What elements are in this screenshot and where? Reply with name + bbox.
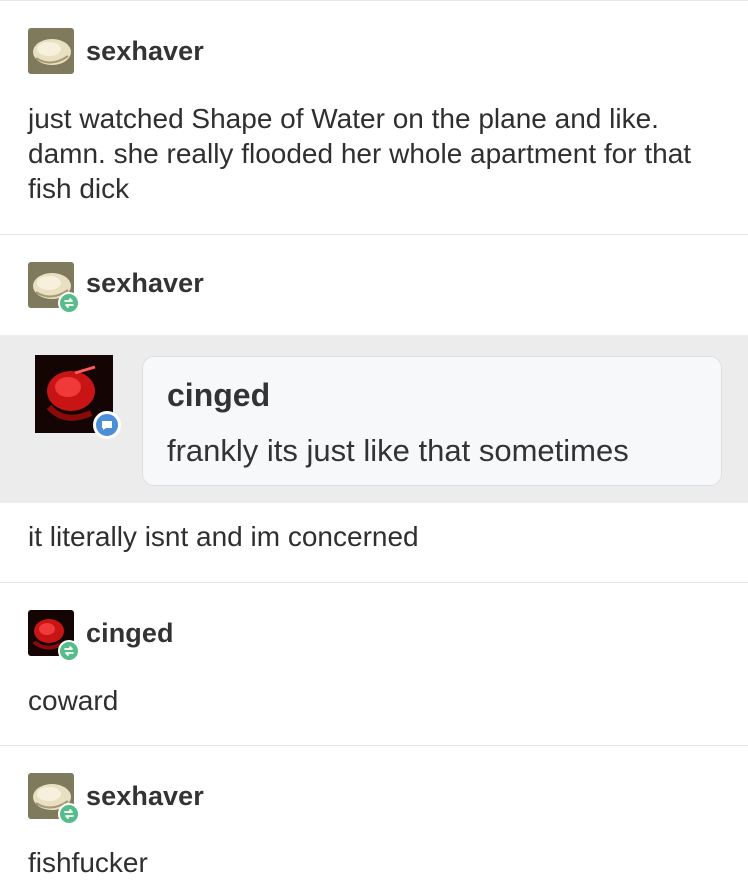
avatar-sexhaver[interactable] bbox=[28, 28, 74, 74]
post-text: fishfucker bbox=[28, 847, 148, 878]
post-text: coward bbox=[28, 685, 119, 716]
avatar-image bbox=[28, 28, 74, 74]
post-text: just watched Shape of Water on the plane… bbox=[28, 103, 692, 204]
post-username[interactable]: sexhaver bbox=[86, 36, 204, 67]
avatar-cinged[interactable] bbox=[28, 610, 80, 662]
post-username[interactable]: sexhaver bbox=[86, 268, 204, 299]
divider bbox=[0, 582, 748, 583]
divider bbox=[0, 745, 748, 746]
divider bbox=[0, 0, 748, 1]
post-username[interactable]: sexhaver bbox=[86, 781, 204, 812]
reblog-icon bbox=[58, 292, 80, 314]
divider bbox=[0, 234, 748, 235]
avatar-sexhaver[interactable] bbox=[28, 773, 80, 825]
reblog-icon bbox=[58, 803, 80, 825]
ask-asker[interactable]: cinged bbox=[167, 377, 270, 414]
ask-question: frankly its just like that sometimes bbox=[167, 433, 629, 468]
post-username[interactable]: cinged bbox=[86, 618, 174, 649]
ask-bubble: cinged frankly its just like that someti… bbox=[142, 356, 722, 486]
chat-bubble-icon bbox=[93, 411, 121, 439]
reblog-icon bbox=[58, 640, 80, 662]
avatar-cinged[interactable] bbox=[35, 355, 121, 439]
avatar-sexhaver[interactable] bbox=[28, 262, 80, 314]
post-text: it literally isnt and im concerned bbox=[28, 521, 419, 552]
